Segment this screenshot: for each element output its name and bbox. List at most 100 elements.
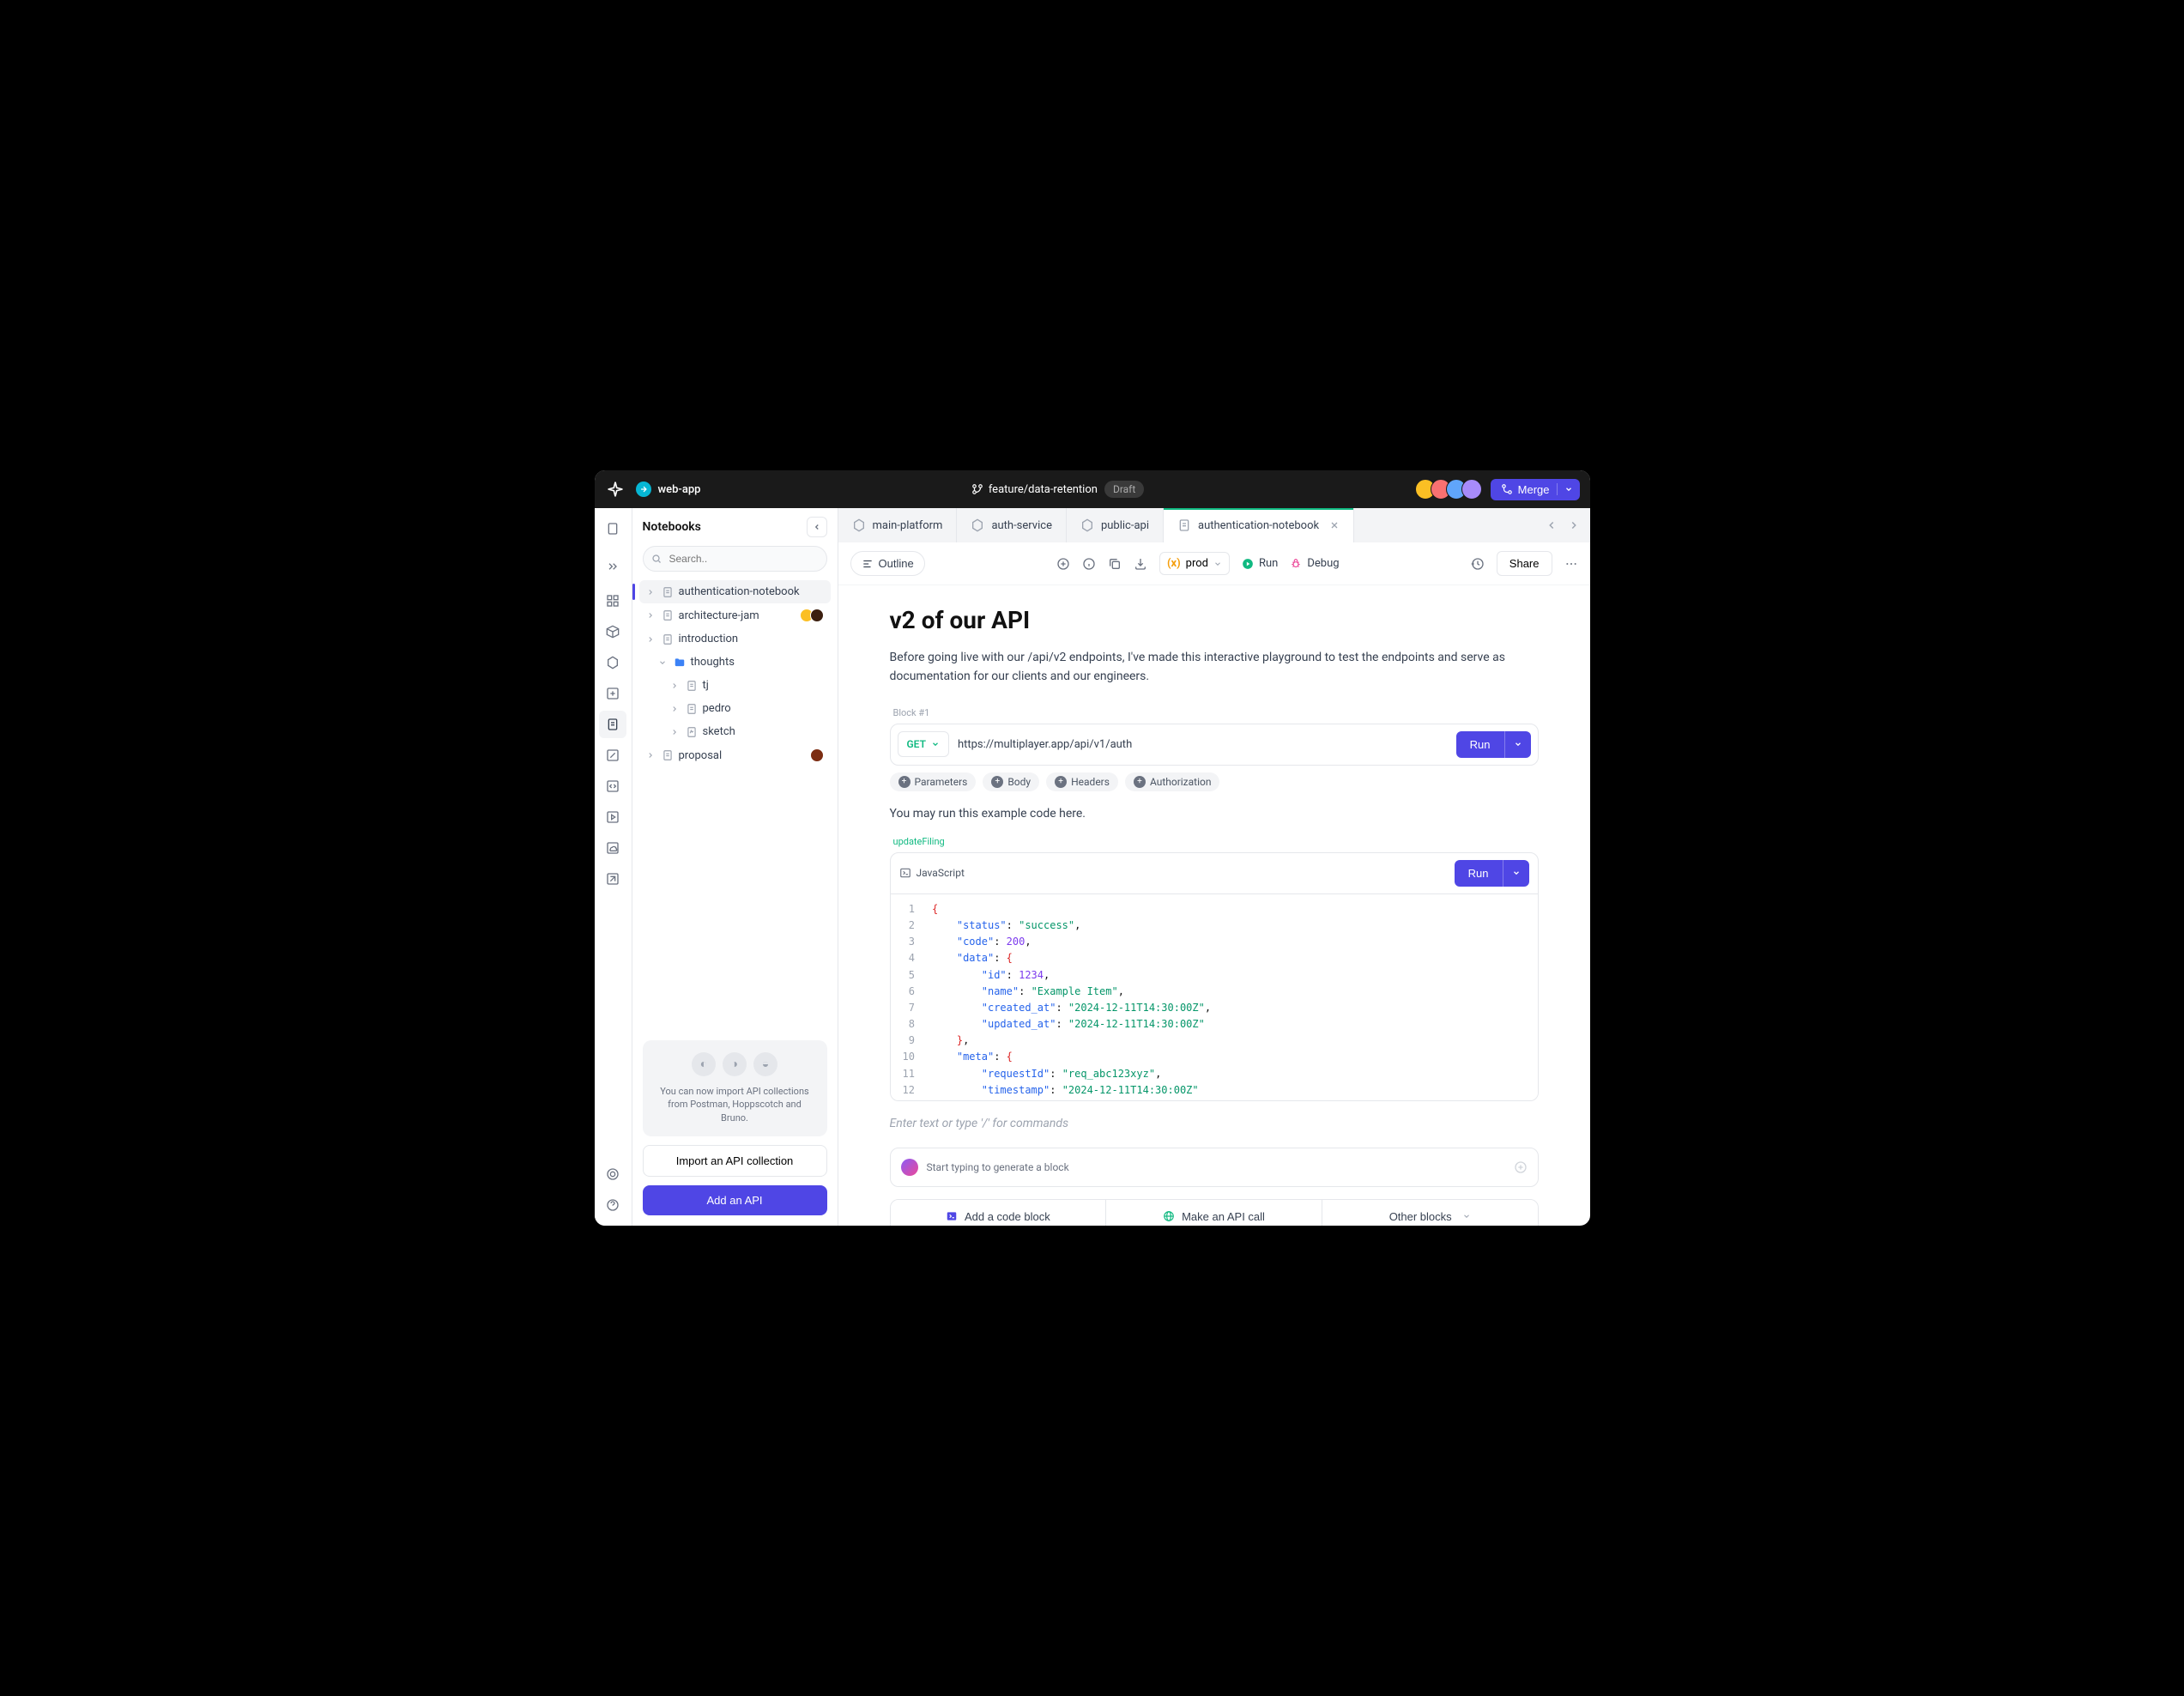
terminal-icon <box>946 1210 958 1222</box>
add-code-block-button[interactable]: Add a code block <box>891 1200 1106 1226</box>
environment-select[interactable]: (x) prod <box>1159 552 1230 575</box>
more-icon[interactable] <box>1564 557 1578 571</box>
tree-item[interactable]: pedro <box>639 697 831 720</box>
tree-item[interactable]: thoughts <box>639 651 831 674</box>
rail-file-icon[interactable] <box>599 515 626 542</box>
rail-cloud-icon[interactable] <box>599 834 626 862</box>
tab-label: auth-service <box>991 519 1052 532</box>
code-run-main[interactable]: Run <box>1455 860 1503 887</box>
rail-cube-icon[interactable] <box>599 618 626 645</box>
tree-item-label: introduction <box>679 633 739 645</box>
editor-placeholder[interactable]: Enter text or type '/' for commands <box>890 1117 1539 1130</box>
code-body[interactable]: 1234567891011121314 { "status": "success… <box>891 894 1538 1100</box>
search-input[interactable] <box>643 546 827 572</box>
rail-collapse-icon[interactable] <box>599 553 626 580</box>
api-chip[interactable]: +Body <box>983 772 1039 791</box>
sidebar-collapse-button[interactable] <box>807 517 827 537</box>
info-icon[interactable] <box>1082 557 1096 571</box>
block-label: Block #1 <box>890 707 1539 718</box>
other-blocks-button[interactable]: Other blocks <box>1322 1200 1538 1226</box>
code-content[interactable]: { "status": "success", "code": 200, "dat… <box>923 894 1538 1100</box>
rail-grid-icon[interactable] <box>599 587 626 615</box>
tree-item[interactable]: proposal <box>639 743 831 767</box>
toolbar: Outline (x) prod Run <box>838 542 1590 585</box>
close-icon[interactable] <box>1329 520 1340 530</box>
add-api-button[interactable]: Add an API <box>643 1185 827 1215</box>
tab-prev-button[interactable] <box>1542 516 1561 535</box>
code-language[interactable]: JavaScript <box>899 867 965 879</box>
rail-hex-icon[interactable] <box>599 649 626 676</box>
collaborator-avatars[interactable] <box>1415 479 1482 500</box>
rail-play-icon[interactable] <box>599 803 626 831</box>
rail-square-plus-icon[interactable] <box>599 680 626 707</box>
merge-icon <box>1501 483 1513 495</box>
tree-item[interactable]: sketch <box>639 720 831 743</box>
run-button[interactable]: Run <box>1242 557 1278 570</box>
code-header: JavaScript Run <box>891 853 1538 894</box>
toolbar-center: (x) prod Run Debug <box>934 552 1462 575</box>
tree-item-label: authentication-notebook <box>679 585 800 598</box>
ai-generate-row[interactable]: Start typing to generate a block <box>890 1148 1539 1187</box>
tab[interactable]: auth-service <box>957 508 1067 542</box>
app-name-badge[interactable]: web-app <box>636 482 701 497</box>
chip-label: Headers <box>1071 776 1110 788</box>
tree-item[interactable]: authentication-notebook <box>639 580 831 603</box>
tree-avatars <box>814 748 824 762</box>
chevron-down-icon <box>1462 1212 1471 1221</box>
tab[interactable]: authentication-notebook <box>1164 508 1354 542</box>
api-block: GET https://multiplayer.app/api/v1/auth … <box>890 724 1539 766</box>
api-run-main[interactable]: Run <box>1456 731 1504 758</box>
ai-avatar-icon <box>901 1159 918 1176</box>
chevron-down-icon <box>931 740 940 748</box>
duplicate-icon[interactable] <box>1108 557 1122 571</box>
tab-next-button[interactable] <box>1564 516 1583 535</box>
chevron-right-icon <box>670 728 681 736</box>
tree-item[interactable]: introduction <box>639 627 831 651</box>
import-card: ◐ ◑ ◒ You can now import API collections… <box>643 1040 827 1136</box>
share-button[interactable]: Share <box>1497 551 1552 576</box>
debug-button[interactable]: Debug <box>1290 557 1339 570</box>
make-api-call-button[interactable]: Make an API call <box>1105 1200 1322 1226</box>
tab-nav <box>1535 516 1590 535</box>
chip-label: Parameters <box>915 776 968 788</box>
history-icon[interactable] <box>1471 557 1485 571</box>
api-url[interactable]: https://multiplayer.app/api/v1/auth <box>958 738 1448 751</box>
rail-link-icon[interactable] <box>599 865 626 893</box>
http-method-select[interactable]: GET <box>898 731 949 757</box>
tree-item-label: thoughts <box>691 656 735 669</box>
merge-button[interactable]: Merge <box>1491 479 1580 500</box>
outline-button[interactable]: Outline <box>850 551 925 576</box>
api-chip[interactable]: +Authorization <box>1125 772 1220 791</box>
tree-item[interactable]: architecture-jam <box>639 603 831 627</box>
download-icon[interactable] <box>1134 557 1147 571</box>
main-body: Notebooks authentication-notebookarchite… <box>595 508 1590 1226</box>
api-chip[interactable]: +Parameters <box>890 772 977 791</box>
ai-add-icon[interactable] <box>1514 1160 1528 1174</box>
chevron-right-icon <box>646 588 656 597</box>
doc-icon <box>662 749 674 761</box>
run-note[interactable]: You may run this example code here. <box>890 807 1539 821</box>
api-run-dropdown[interactable] <box>1504 731 1531 758</box>
tree-item[interactable]: tj <box>639 674 831 697</box>
import-collection-button[interactable]: Import an API collection <box>643 1145 827 1177</box>
add-block-icon[interactable] <box>1056 557 1070 571</box>
chevron-right-icon <box>646 635 656 644</box>
rail-doc-icon[interactable] <box>599 711 626 738</box>
api-run-button: Run <box>1456 731 1531 758</box>
search-icon <box>651 554 662 564</box>
plus-icon: + <box>1134 776 1146 788</box>
code-run-dropdown[interactable] <box>1503 860 1529 887</box>
document-intro[interactable]: Before going live with our /api/v2 endpo… <box>890 648 1539 687</box>
rail-code-icon[interactable] <box>599 772 626 800</box>
rail-help-icon[interactable] <box>599 1160 626 1188</box>
tab[interactable]: main-platform <box>838 508 958 542</box>
rail-question-icon[interactable] <box>599 1191 626 1219</box>
app-badge-icon <box>636 482 651 497</box>
tree-item-label: pedro <box>703 702 731 715</box>
api-chip[interactable]: +Headers <box>1046 772 1118 791</box>
rail-pencil-icon[interactable] <box>599 742 626 769</box>
branch-info[interactable]: feature/data-retention <box>971 483 1098 496</box>
tab[interactable]: public-api <box>1067 508 1164 542</box>
document-title[interactable]: v2 of our API <box>890 606 1539 634</box>
document-area: v2 of our API Before going live with our… <box>838 585 1590 1226</box>
